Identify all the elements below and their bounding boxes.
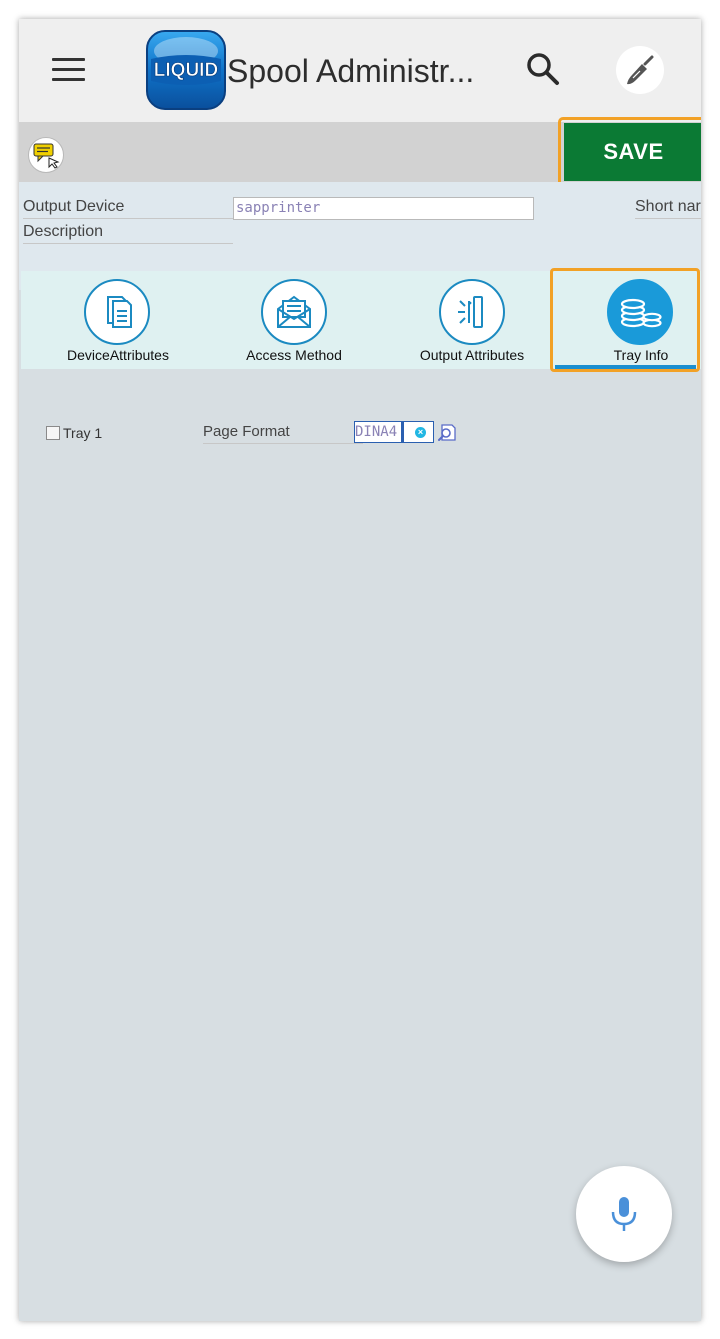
- clear-button[interactable]: ×: [402, 421, 434, 443]
- documents-icon: [84, 279, 150, 345]
- tab-tray-info[interactable]: Tray Info: [552, 271, 701, 369]
- tray-1-label: Tray 1: [63, 425, 103, 441]
- description-label: Description: [23, 223, 233, 244]
- message-icon: [33, 143, 60, 169]
- clear-icon: ×: [415, 427, 426, 438]
- app-title: Spool Administr...: [227, 53, 475, 89]
- output-icon: [439, 279, 505, 345]
- envelope-icon: [261, 279, 327, 345]
- settings-button[interactable]: [616, 46, 664, 94]
- coins-icon: [607, 279, 673, 345]
- tab-label: DeviceAttributes: [67, 347, 169, 363]
- action-toolbar: SAVE: [19, 117, 701, 187]
- tab-bar: DeviceAttributes Access Method Output At…: [21, 271, 701, 369]
- microphone-icon: [611, 1197, 637, 1231]
- save-button-highlight: SAVE: [558, 117, 701, 187]
- app-bar: LIQUID Spool Administr...: [19, 19, 701, 122]
- message-button[interactable]: [28, 137, 64, 173]
- device-screen: LIQUID Spool Administr... SAVE Output De…: [19, 19, 701, 1321]
- output-device-label: Output Device: [23, 198, 233, 219]
- value-help-icon[interactable]: [436, 421, 458, 443]
- short-name-label: Short nar: [635, 198, 701, 219]
- output-device-field[interactable]: sapprinter: [233, 197, 534, 220]
- active-tab-indicator: [555, 365, 696, 369]
- liquid-logo: LIQUID: [146, 30, 226, 110]
- tab-label: Access Method: [246, 347, 342, 363]
- tab-output-attributes[interactable]: Output Attributes: [389, 271, 552, 369]
- voice-input-button[interactable]: [576, 1166, 672, 1262]
- page-format-label: Page Format: [203, 423, 363, 444]
- page-format-field[interactable]: DINA4: [354, 421, 402, 443]
- search-icon[interactable]: [525, 51, 561, 87]
- tab-label: Tray Info: [613, 347, 669, 363]
- brush-icon: [627, 55, 654, 85]
- tab-access-method[interactable]: Access Method: [214, 271, 389, 369]
- save-button[interactable]: SAVE: [564, 123, 701, 181]
- hamburger-icon[interactable]: [52, 56, 86, 82]
- svg-text:LIQUID: LIQUID: [154, 60, 218, 81]
- tray-1-checkbox[interactable]: [46, 426, 60, 440]
- tab-device-attributes[interactable]: DeviceAttributes: [21, 271, 214, 369]
